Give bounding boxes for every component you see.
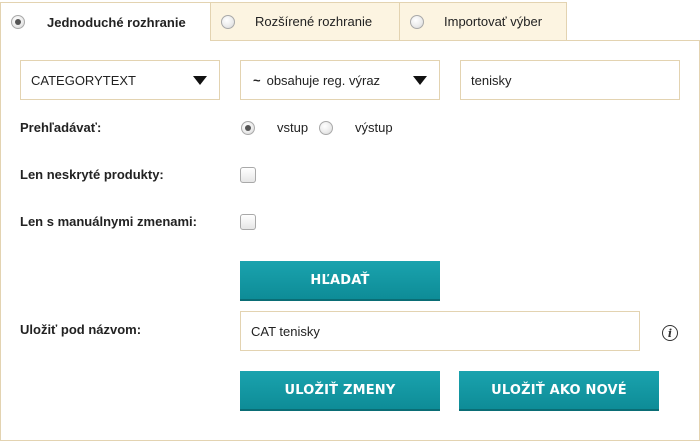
operator-symbol: ~ bbox=[253, 72, 261, 88]
tab-bar: Jednoduché rozhranie Rozšírené rozhranie… bbox=[0, 0, 700, 41]
tab-advanced-interface[interactable]: Rozšírené rozhranie bbox=[210, 2, 400, 40]
operator-select[interactable]: ~ obsahuje reg. výraz bbox=[240, 60, 440, 100]
tab-simple-radio[interactable] bbox=[11, 15, 25, 29]
tab-simple-label: Jednoduché rozhranie bbox=[47, 14, 186, 30]
save-name-label: Uložiť pod názvom: bbox=[20, 322, 142, 337]
save-changes-button[interactable]: ULOŽIŤ ZMENY bbox=[240, 371, 440, 411]
manual-changes-checkbox[interactable] bbox=[240, 214, 256, 230]
search-value-input[interactable]: tenisky bbox=[460, 60, 680, 100]
field-select-value: CATEGORYTEXT bbox=[31, 72, 136, 88]
chevron-down-icon bbox=[413, 76, 427, 85]
browse-input-radio[interactable] bbox=[241, 121, 255, 135]
field-select[interactable]: CATEGORYTEXT bbox=[20, 60, 220, 100]
save-name-value: CAT tenisky bbox=[251, 323, 320, 339]
operator-select-value: obsahuje reg. výraz bbox=[266, 72, 381, 88]
browse-input-label: vstup bbox=[277, 120, 309, 135]
tab-import-label: Importovať výber bbox=[444, 14, 543, 29]
browse-output-label: výstup bbox=[355, 120, 393, 135]
visible-only-checkbox[interactable] bbox=[240, 167, 256, 183]
tab-import-selection[interactable]: Importovať výber bbox=[399, 2, 567, 40]
search-button[interactable]: HĽADAŤ bbox=[240, 261, 440, 301]
browse-label: Prehľadávať: bbox=[20, 120, 102, 135]
tab-import-radio[interactable] bbox=[410, 14, 424, 29]
info-icon[interactable]: i bbox=[662, 325, 678, 341]
browse-output-radio[interactable] bbox=[319, 121, 333, 135]
manual-changes-label: Len s manuálnymi zmenami: bbox=[20, 214, 197, 229]
tab-simple-interface[interactable]: Jednoduché rozhranie bbox=[0, 2, 211, 41]
save-as-new-button[interactable]: ULOŽIŤ AKO NOVÉ bbox=[459, 371, 659, 411]
search-value-text: tenisky bbox=[471, 72, 512, 88]
visible-only-label: Len neskryté produkty: bbox=[20, 167, 164, 182]
save-name-input[interactable]: CAT tenisky bbox=[240, 311, 640, 351]
tab-advanced-radio[interactable] bbox=[221, 14, 235, 29]
tab-advanced-label: Rozšírené rozhranie bbox=[255, 14, 373, 29]
chevron-down-icon bbox=[193, 76, 207, 85]
